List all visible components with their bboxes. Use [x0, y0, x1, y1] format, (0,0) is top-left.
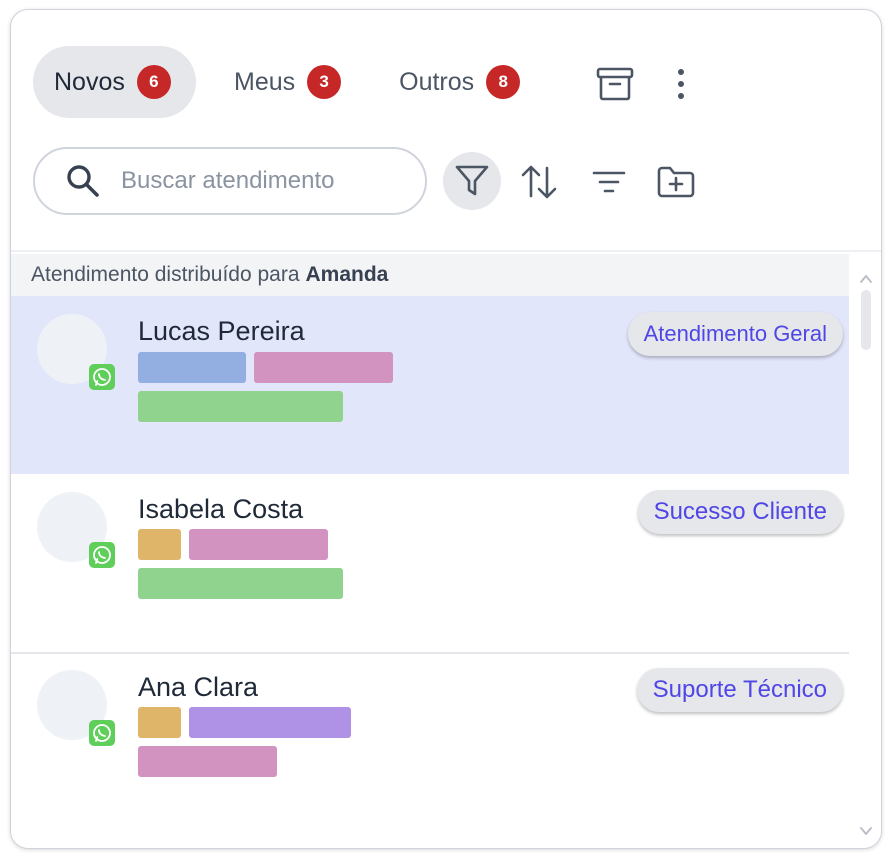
tab-novos[interactable]: Novos 6 — [33, 46, 196, 118]
tab-meus-count-badge: 3 — [307, 65, 342, 99]
tag — [138, 529, 181, 560]
sort-icon — [521, 165, 557, 199]
tab-outros[interactable]: Outros 8 — [378, 46, 540, 118]
conversation-panel: Novos 6 Meus 3 Outros 8 Buscar atendimen… — [10, 9, 882, 849]
whatsapp-icon — [89, 720, 115, 746]
new-folder-button[interactable] — [651, 160, 701, 204]
conversation-item[interactable]: Lucas Pereira Atendimento Geral — [11, 296, 849, 474]
tab-outros-label: Outros — [399, 67, 475, 96]
tag — [138, 746, 277, 777]
contact-name: Isabela Costa — [138, 494, 304, 524]
tab-bar: Novos 6 Meus 3 Outros 8 — [33, 46, 540, 118]
department-badge[interactable]: Suporte Técnico — [636, 668, 843, 712]
scrollbar-thumb[interactable] — [861, 290, 871, 350]
tab-meus[interactable]: Meus 3 — [213, 46, 361, 118]
tag — [138, 352, 246, 383]
department-badge[interactable]: Atendimento Geral — [627, 312, 843, 356]
conversation-item[interactable]: Isabela Costa Sucesso Cliente — [11, 474, 849, 654]
tab-novos-label: Novos — [54, 67, 125, 96]
filter-icon — [455, 165, 489, 196]
whatsapp-icon — [89, 542, 115, 568]
folder-plus-icon — [657, 166, 695, 198]
tag — [189, 529, 328, 560]
tag — [138, 707, 181, 738]
search-input[interactable] — [119, 166, 403, 196]
group-header-prefix: Atendimento distribuído para — [31, 263, 300, 286]
more-vertical-icon — [678, 69, 684, 99]
conversation-list: Atendimento distribuído para Amanda Luca… — [11, 250, 881, 848]
chevron-up-icon[interactable] — [859, 272, 873, 286]
tab-outros-count-badge: 8 — [486, 65, 521, 99]
scrollbar[interactable] — [851, 250, 881, 848]
search-icon — [65, 163, 101, 199]
department-badge[interactable]: Sucesso Cliente — [637, 490, 843, 534]
tab-meus-label: Meus — [234, 67, 296, 96]
archive-icon — [596, 67, 634, 101]
more-options-button[interactable] — [663, 62, 699, 106]
filter-lines-icon — [592, 171, 626, 193]
contact-name: Lucas Pereira — [138, 316, 305, 346]
filter-lines-button[interactable] — [587, 160, 631, 204]
contact-name: Ana Clara — [138, 672, 259, 702]
tab-novos-count-badge: 6 — [136, 65, 171, 99]
tag — [254, 352, 393, 383]
conversation-item[interactable]: Ana Clara Suporte Técnico — [11, 652, 849, 848]
group-header: Atendimento distribuído para Amanda — [11, 254, 849, 296]
group-header-agent: Amanda — [305, 263, 389, 286]
archive-button[interactable] — [591, 62, 639, 106]
sort-button[interactable] — [517, 160, 561, 204]
tag — [138, 568, 343, 599]
tag — [138, 391, 343, 422]
tag — [189, 707, 351, 738]
filter-button[interactable] — [443, 152, 501, 210]
chevron-down-icon[interactable] — [859, 824, 873, 838]
search-box — [33, 147, 427, 215]
whatsapp-icon — [89, 364, 115, 390]
